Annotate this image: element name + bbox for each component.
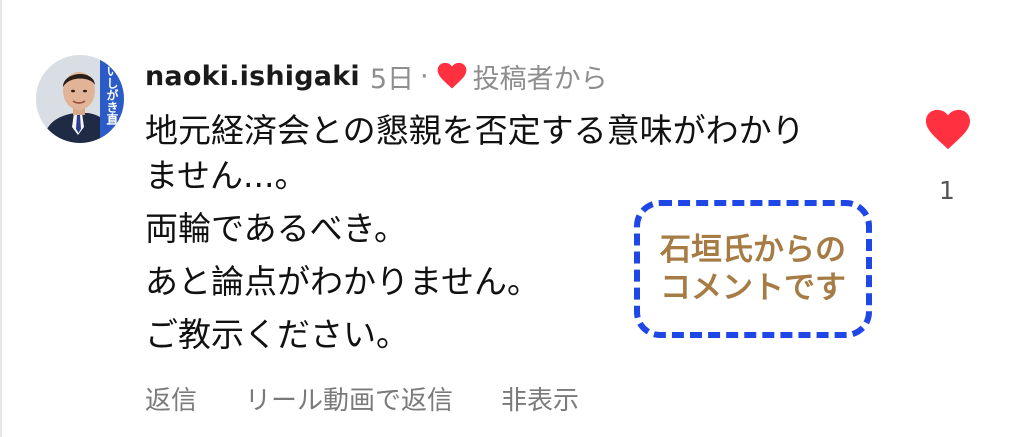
like-count[interactable]: 1	[930, 176, 964, 205]
annotation-box: 石垣氏からの コメントです	[634, 200, 872, 338]
heart-icon	[437, 62, 467, 90]
reel-reply-button[interactable]: リール動画で返信	[245, 380, 453, 417]
comment-header: naoki.ishigaki 5日 · 投稿者から	[145, 56, 608, 96]
profile-photo: いしがき直	[36, 55, 124, 143]
left-edge-divider	[0, 0, 2, 437]
heart-icon	[925, 109, 971, 150]
separator-dot: ·	[420, 60, 429, 92]
annotation-text: コメントです	[660, 270, 846, 306]
comment-paragraph: 地元経済会との懇親を否定する意味がわかり ません...。	[145, 108, 885, 198]
avatar[interactable]: いしがき直	[36, 55, 124, 143]
comment-line: 地元経済会との懇親を否定する意味がわかり	[145, 111, 805, 150]
username[interactable]: naoki.ishigaki	[145, 61, 360, 92]
annotation-text: 石垣氏からの	[660, 232, 846, 268]
reply-button[interactable]: 返信	[145, 380, 197, 417]
avatar-banner-text: いしがき直	[105, 65, 119, 126]
timestamp[interactable]: 5日	[370, 57, 414, 96]
comment-line: ません...。	[145, 156, 308, 195]
hide-button[interactable]: 非表示	[501, 380, 579, 417]
comment-actions: 返信 リール動画で返信 非表示	[145, 380, 627, 417]
author-liked-label: 投稿者から	[472, 63, 608, 95]
like-button[interactable]	[925, 108, 971, 152]
